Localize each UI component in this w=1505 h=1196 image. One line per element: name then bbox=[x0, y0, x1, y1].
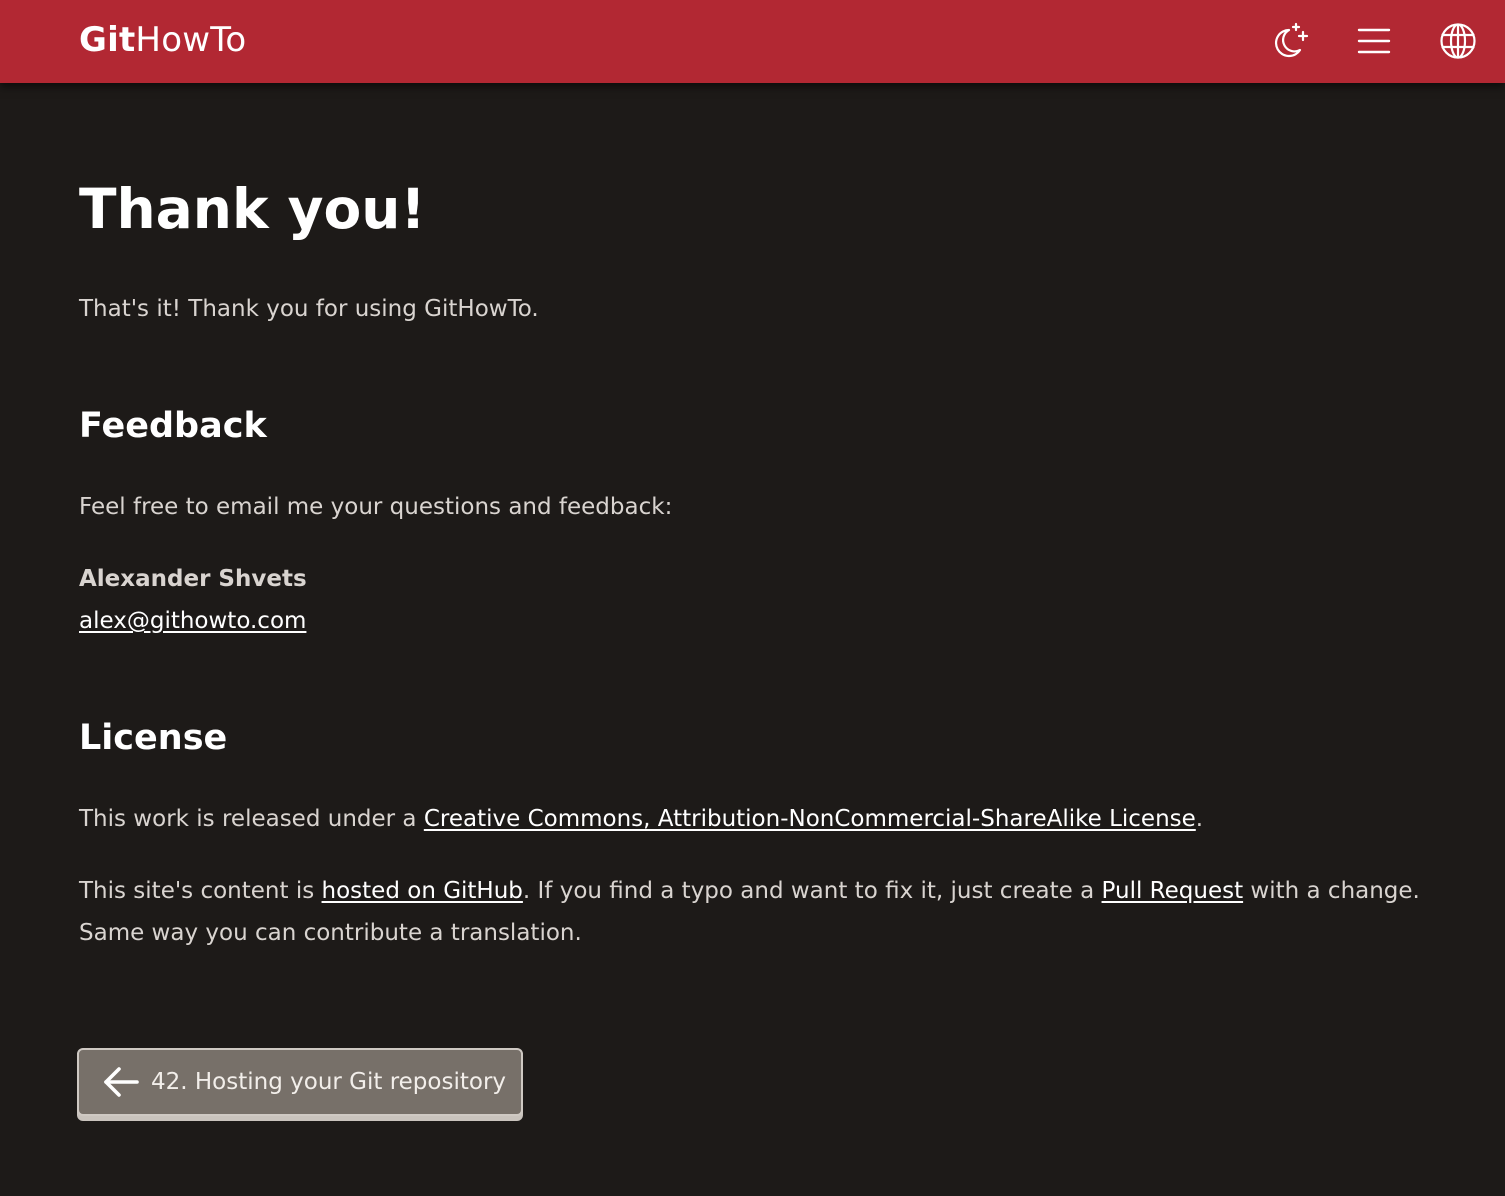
feedback-heading: Feedback bbox=[79, 406, 267, 446]
feedback-text: Feel free to email me your questions and… bbox=[79, 494, 673, 520]
pull-request-link[interactable]: Pull Request bbox=[1102, 878, 1244, 904]
email-link[interactable]: alex@githowto.com bbox=[79, 600, 306, 642]
logo-git: Git bbox=[79, 20, 136, 60]
author-name: Alexander Shvets bbox=[79, 566, 307, 592]
contribute-middle: . If you find a typo and want to fix it,… bbox=[522, 878, 1102, 904]
license-heading: License bbox=[79, 718, 228, 758]
logo-howto: HowTo bbox=[135, 20, 247, 60]
menu-icon bbox=[1357, 28, 1391, 54]
license-prefix: This work is released under a bbox=[79, 806, 424, 832]
menu-button[interactable] bbox=[1353, 20, 1395, 62]
contribute-text: This site's content is hosted on GitHub.… bbox=[79, 870, 1474, 954]
contribute-prefix: This site's content is bbox=[79, 878, 322, 904]
previous-lesson-button[interactable]: 42. Hosting your Git repository bbox=[77, 1048, 523, 1116]
site-logo[interactable]: GitHowTo bbox=[79, 20, 246, 60]
page-title: Thank you! bbox=[79, 177, 426, 241]
theme-toggle-icon bbox=[1274, 22, 1309, 58]
arrow-left-icon bbox=[104, 1067, 139, 1097]
license-suffix: . bbox=[1195, 806, 1204, 832]
language-button[interactable] bbox=[1437, 20, 1479, 62]
github-link[interactable]: hosted on GitHub bbox=[322, 878, 523, 904]
license-link[interactable]: Creative Commons, Attribution-NonCommerc… bbox=[424, 806, 1196, 832]
site-header: GitHowTo bbox=[0, 0, 1505, 83]
previous-lesson-label: 42. Hosting your Git repository bbox=[151, 1069, 507, 1095]
intro-text: That's it! Thank you for using GitHowTo. bbox=[79, 296, 539, 322]
theme-toggle-button[interactable] bbox=[1268, 20, 1310, 62]
license-text: This work is released under a Creative C… bbox=[79, 798, 1203, 840]
globe-icon bbox=[1440, 23, 1476, 59]
